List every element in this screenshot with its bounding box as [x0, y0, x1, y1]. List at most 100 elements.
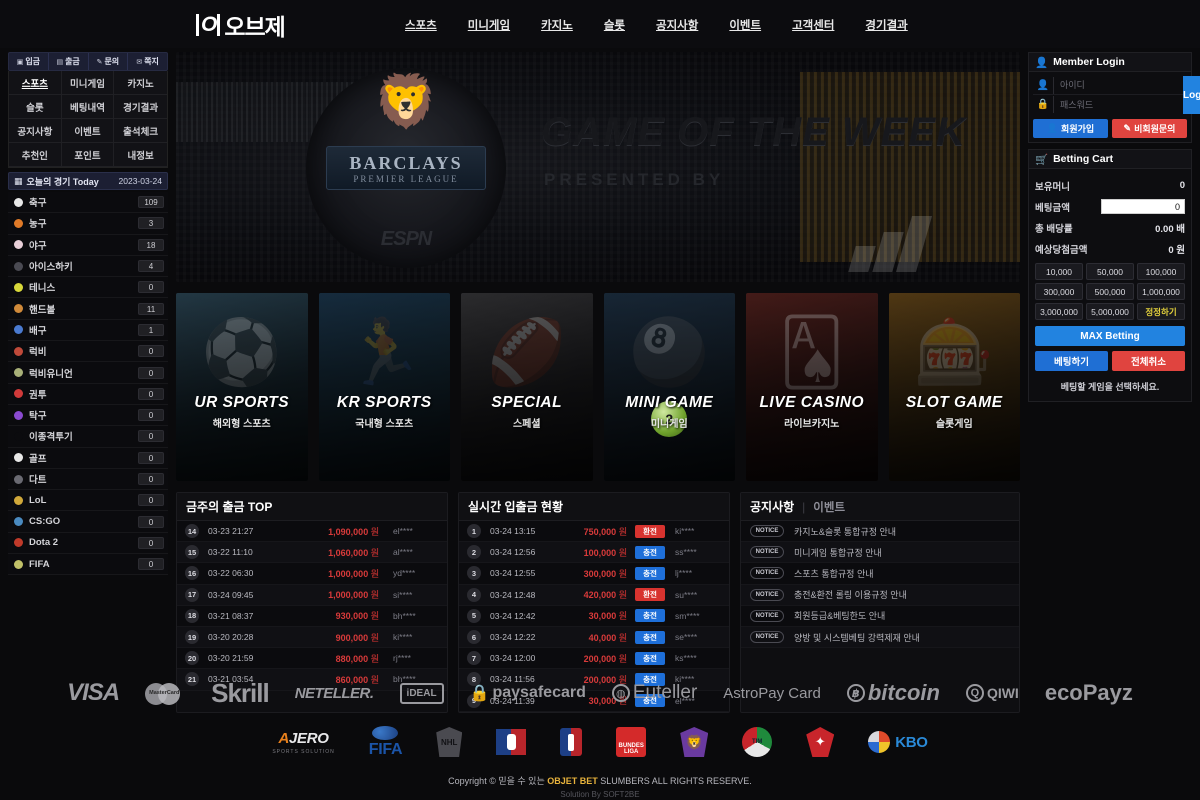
sidebar-item-notice[interactable]: 공지사항 [9, 119, 62, 143]
nav-item-casino[interactable]: 카지노 [541, 17, 573, 33]
chip-300000[interactable]: 300,000 [1035, 283, 1083, 300]
table-row[interactable]: 6 03-24 12:22 40,000 원 충전 se**** [459, 626, 729, 649]
tab-event[interactable]: 이벤트 [813, 499, 845, 515]
table-row[interactable]: 16 03-22 06:30 1,000,000 원 yd**** [177, 563, 447, 585]
quick-message-button[interactable]: ✉ 쪽지 [128, 53, 167, 70]
sport-count: 11 [138, 302, 164, 315]
list-item[interactable]: 다트 0 [8, 468, 168, 491]
list-item[interactable]: 야구 18 [8, 234, 168, 256]
table-row[interactable]: 20 03-20 21:59 880,000 원 rj**** [177, 648, 447, 670]
nav-item-sports[interactable]: 스포츠 [405, 17, 437, 33]
guest-inquiry-button[interactable]: ✎ 비회원문의 [1112, 119, 1187, 138]
nav-item-slot[interactable]: 슬롯 [604, 17, 625, 33]
max-betting-button[interactable]: MAX Betting [1035, 326, 1185, 346]
table-row[interactable]: 14 03-23 21:27 1,090,000 원 el**** [177, 521, 447, 543]
bet-amount-input[interactable] [1101, 199, 1185, 214]
chip-50000[interactable]: 50,000 [1086, 263, 1134, 280]
chip-1000000[interactable]: 1,000,000 [1137, 283, 1185, 300]
chip-500000[interactable]: 500,000 [1086, 283, 1134, 300]
sidebar-item-event[interactable]: 이벤트 [61, 119, 115, 143]
list-item[interactable]: NOTICE 카지노&슬롯 통합규정 안내 [741, 521, 1019, 543]
calendar-icon: ▦ [14, 175, 23, 186]
cancel-all-button[interactable]: 전체취소 [1112, 351, 1185, 371]
sidebar-item-sports[interactable]: 스포츠 [9, 71, 62, 95]
card-mini-game[interactable]: 🎱 2 MINI GAME 미니게임 [603, 293, 735, 481]
card-live-casino[interactable]: 🂡 LIVE CASINO 라이브카지노 [746, 293, 878, 481]
card-subtitle: 스페셜 [512, 419, 541, 430]
list-item[interactable]: NOTICE 미니게임 통합규정 안내 [741, 542, 1019, 564]
nav-item-results[interactable]: 경기결과 [865, 17, 907, 33]
list-item[interactable]: CS:GO 0 [8, 511, 168, 533]
list-item[interactable]: LoL 0 [8, 490, 168, 512]
table-row[interactable]: 18 03-21 08:37 930,000 원 bh**** [177, 605, 447, 627]
quick-withdraw-button[interactable]: ▤ 출금 [49, 53, 89, 70]
crest-top-text: BARCLAYS [349, 152, 463, 173]
nav-item-notice[interactable]: 공지사항 [656, 17, 698, 33]
card-kr-sports[interactable]: 🏃 KR SPORTS 국내형 스포츠 [318, 293, 450, 481]
table-row[interactable]: 17 03-24 09:45 1,000,000 원 si**** [177, 584, 447, 606]
sidebar-item-referral[interactable]: 추천인 [9, 143, 62, 167]
table-row[interactable]: 3 03-24 12:55 300,000 원 충전 lj**** [459, 563, 729, 585]
sport-icon [14, 559, 23, 569]
sidebar-item-minigame[interactable]: 미니게임 [61, 71, 115, 95]
sidebar-item-myinfo[interactable]: 내정보 [114, 143, 167, 167]
list-item[interactable]: 이종격투기 0 [8, 426, 168, 448]
quick-inquiry-button[interactable]: ✎ 문의 [89, 53, 129, 70]
chip-5000000[interactable]: 5,000,000 [1086, 303, 1134, 320]
list-item[interactable]: 탁구 0 [8, 404, 168, 427]
place-bet-button[interactable]: 베팅하기 [1035, 351, 1108, 371]
table-row[interactable]: 15 03-22 11:10 1,060,000 원 al**** [177, 542, 447, 564]
list-item[interactable]: 농구 3 [8, 213, 168, 235]
list-item[interactable]: FIFA 0 [8, 554, 168, 576]
sport-count: 0 [138, 473, 164, 485]
list-item[interactable]: NOTICE 스포츠 통합규정 안내 [741, 563, 1019, 585]
site-logo[interactable]: O 오브제 [196, 8, 286, 42]
list-item[interactable]: NOTICE 충전&환전 롤링 이용규정 안내 [741, 584, 1019, 606]
sidebar-item-bet-history[interactable]: 베팅내역 [61, 95, 115, 119]
sport-count: 0 [138, 345, 164, 358]
list-item[interactable]: 권투 0 [8, 383, 168, 405]
card-title: UR SPORTS [194, 394, 290, 411]
card-special[interactable]: 🏈 SPECIAL 스페셜 [461, 293, 593, 481]
card-ur-sports[interactable]: ⚽ UR SPORTS 해외형 스포츠 [176, 293, 308, 481]
list-item[interactable]: 럭비 0 [8, 341, 168, 363]
sport-name: Dota 2 [29, 537, 59, 549]
list-item[interactable]: NOTICE 양방 및 시스템베팅 강력제재 안내 [741, 626, 1019, 649]
row-amount: 880,000 원 [335, 653, 379, 664]
reset-amount-button[interactable]: 정정하기 [1137, 303, 1185, 320]
table-row[interactable]: 1 03-24 13:15 750,000 원 환전 ki**** [459, 521, 729, 543]
list-item[interactable]: 축구 109 [8, 192, 168, 214]
list-item[interactable]: 배구 1 [8, 319, 168, 342]
list-item[interactable]: 핸드볼 11 [8, 298, 168, 320]
table-row[interactable]: 5 03-24 12:42 30,000 원 충전 sm**** [459, 605, 729, 627]
sidebar-item-points[interactable]: 포인트 [61, 143, 115, 167]
nav-item-minigame[interactable]: 미니게임 [468, 17, 510, 33]
chip-10000[interactable]: 10,000 [1035, 263, 1083, 280]
list-item[interactable]: NOTICE 회원등급&베팅한도 안내 [741, 605, 1019, 627]
list-item[interactable]: Dota 2 0 [8, 532, 168, 555]
sidebar-item-results[interactable]: 경기결과 [114, 95, 167, 119]
list-item[interactable]: 테니스 0 [8, 277, 168, 299]
chip-100000[interactable]: 100,000 [1137, 263, 1185, 280]
table-row[interactable]: 7 03-24 12:00 200,000 원 충전 ks**** [459, 648, 729, 670]
sidebar-item-slot[interactable]: 슬롯 [9, 95, 62, 119]
table-row[interactable]: 2 03-24 12:56 100,000 원 충전 ss**** [459, 542, 729, 564]
table-row[interactable]: 19 03-20 20:28 900,000 원 ki**** [177, 626, 447, 649]
list-item[interactable]: 아이스하키 4 [8, 255, 168, 278]
quick-deposit-button[interactable]: ▣ 입금 [9, 53, 49, 70]
card-slot-game[interactable]: 🎰 SLOT GAME 슬롯게임 [888, 293, 1020, 481]
list-item[interactable]: 골프 0 [8, 447, 168, 469]
nav-item-support[interactable]: 고객센터 [792, 17, 834, 33]
sidebar-item-attendance[interactable]: 출석체크 [114, 119, 167, 143]
hero-banner[interactable]: 🦁 BARCLAYS PREMIER LEAGUE ESPN GAME OF T… [176, 52, 1020, 282]
login-button[interactable]: Login [1183, 76, 1200, 114]
list-item[interactable]: 럭비유니언 0 [8, 362, 168, 384]
chip-3000000[interactable]: 3,000,000 [1035, 303, 1083, 320]
id-input[interactable] [1053, 76, 1183, 94]
password-input[interactable] [1053, 96, 1183, 113]
sidebar-item-casino[interactable]: 카지노 [114, 71, 167, 95]
signup-button[interactable]: 👤 회원가입 [1033, 119, 1108, 138]
tab-notice[interactable]: 공지사항 [750, 498, 794, 515]
nav-item-event[interactable]: 이벤트 [729, 17, 761, 33]
table-row[interactable]: 4 03-24 12:48 420,000 원 환전 su**** [459, 584, 729, 606]
